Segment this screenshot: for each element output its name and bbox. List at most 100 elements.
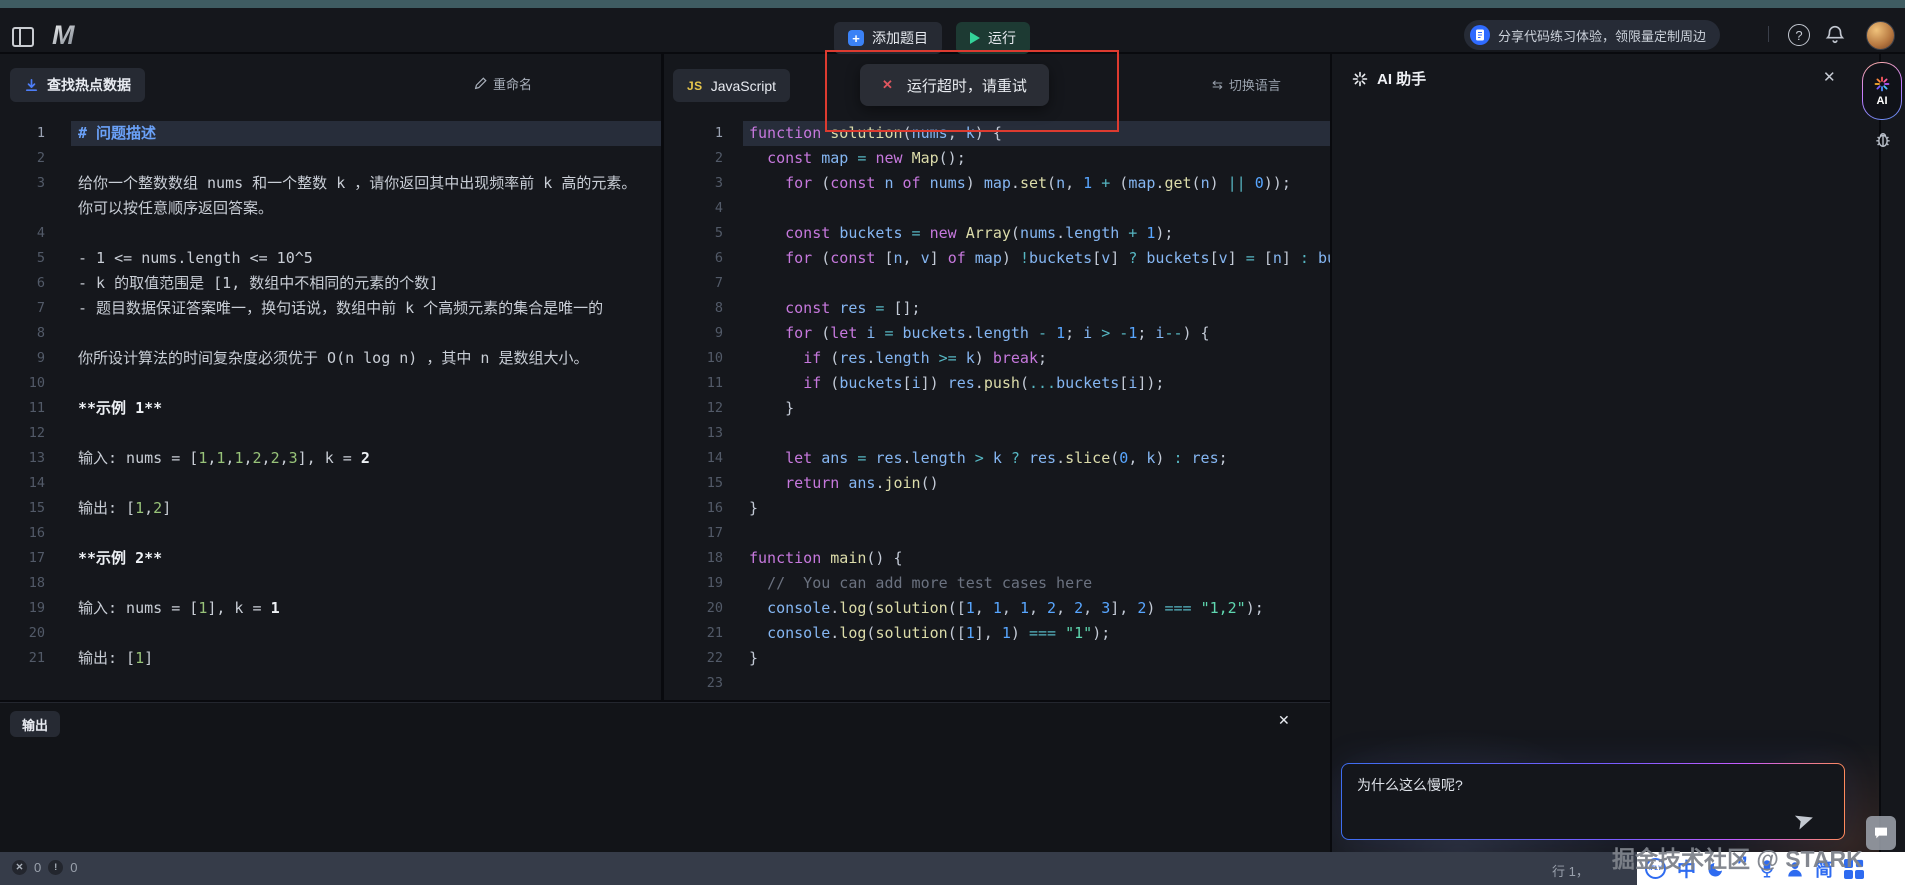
download-arrow-icon bbox=[24, 78, 39, 93]
editor-line: 22} bbox=[664, 646, 1330, 671]
editor-line: 11 if (buckets[i]) res.push(...buckets[i… bbox=[664, 371, 1330, 396]
line-number: 5 bbox=[664, 221, 723, 246]
line-text bbox=[71, 571, 661, 596]
line-text: console.log(solution([1], 1) === "1"); bbox=[743, 621, 1330, 646]
line-text: for (const [n, v] of map) !buckets[v] ? … bbox=[743, 246, 1330, 271]
magic-sparkle-icon bbox=[1874, 76, 1890, 92]
chat-bubble-button[interactable] bbox=[1866, 816, 1896, 850]
code-editor[interactable]: 1 function solution(nums, k) {2 const map… bbox=[664, 121, 1330, 696]
errors-count: 0 bbox=[34, 860, 41, 875]
timeout-toast: ✕ 运行超时，请重试 bbox=[860, 64, 1049, 106]
line-text: if (buckets[i]) res.push(...buckets[i]); bbox=[743, 371, 1330, 396]
editor-line: 11**示例 1** bbox=[0, 396, 661, 421]
warnings-icon: ! bbox=[48, 860, 63, 875]
app-logo[interactable]: M bbox=[52, 20, 75, 51]
line-number: 22 bbox=[664, 646, 723, 671]
output-tab[interactable]: 输出 bbox=[10, 711, 60, 737]
line-number: 1 bbox=[0, 121, 45, 146]
line-text: - k 的取值范围是 [1, 数组中不相同的元素的个数] bbox=[71, 271, 661, 296]
editor-line: 2 const map = new Map(); bbox=[664, 146, 1330, 171]
line-number: 17 bbox=[664, 521, 723, 546]
line-number: 7 bbox=[0, 296, 45, 321]
line-text: 输出: [1,2] bbox=[71, 496, 661, 521]
editor-line: 你可以按任意顺序返回答案。 bbox=[0, 196, 661, 221]
editor-line: 15输出: [1,2] bbox=[0, 496, 661, 521]
problems-summary[interactable]: ✕ 0 ! 0 bbox=[12, 860, 77, 875]
line-number: 4 bbox=[0, 221, 45, 246]
switch-language-button[interactable]: ⇆ 切换语言 bbox=[1212, 75, 1281, 94]
line-number: 19 bbox=[664, 571, 723, 596]
line-number: 13 bbox=[664, 421, 723, 446]
line-text: return ans.join() bbox=[743, 471, 1330, 496]
promo-text: 分享代码练习体验，领限量定制周边 bbox=[1498, 26, 1706, 45]
problem-tab[interactable]: 查找热点数据 bbox=[10, 68, 145, 102]
line-text: for (const n of nums) map.set(n, 1 + (ma… bbox=[743, 171, 1330, 196]
line-text: function main() { bbox=[743, 546, 1330, 571]
editor-line: 23 bbox=[664, 671, 1330, 696]
send-icon[interactable] bbox=[1794, 809, 1816, 831]
line-text bbox=[71, 471, 661, 496]
line-number: 21 bbox=[664, 621, 723, 646]
line-text bbox=[71, 421, 661, 446]
editor-line: 5- 1 <= nums.length <= 10^5 bbox=[0, 246, 661, 271]
editor-line: 12 } bbox=[664, 396, 1330, 421]
warnings-count: 0 bbox=[70, 860, 77, 875]
editor-line: 20 console.log(solution([1, 1, 1, 2, 2, … bbox=[664, 596, 1330, 621]
editor-line: 21 console.log(solution([1], 1) === "1")… bbox=[664, 621, 1330, 646]
play-icon bbox=[970, 32, 980, 44]
line-number: 17 bbox=[0, 546, 45, 571]
line-number: 8 bbox=[0, 321, 45, 346]
ai-chat-input[interactable]: 为什么这么慢呢? bbox=[1341, 763, 1845, 840]
line-text: if (res.length >= k) break; bbox=[743, 346, 1330, 371]
line-number: 2 bbox=[0, 146, 45, 171]
line-text bbox=[71, 321, 661, 346]
line-text bbox=[71, 621, 661, 646]
editor-line: 16 bbox=[0, 521, 661, 546]
line-text bbox=[743, 196, 1330, 221]
run-button[interactable]: 运行 bbox=[956, 22, 1030, 54]
editor-line: 9 for (let i = buckets.length - 1; i > -… bbox=[664, 321, 1330, 346]
line-text: console.log(solution([1, 1, 1, 2, 2, 3],… bbox=[743, 596, 1330, 621]
line-number: 11 bbox=[0, 396, 45, 421]
help-icon[interactable]: ? bbox=[1788, 24, 1810, 46]
line-number: 9 bbox=[0, 346, 45, 371]
editor-line: 10 bbox=[0, 371, 661, 396]
editor-line: 2 bbox=[0, 146, 661, 171]
output-close-icon[interactable]: ✕ bbox=[1278, 712, 1290, 729]
sidebar-toggle-icon[interactable] bbox=[12, 27, 36, 47]
editor-line: 8 const res = []; bbox=[664, 296, 1330, 321]
app-root: M + 添加题目 运行 分享代码练习体验，领限量定制周边 ? 查找热点数据 bbox=[0, 0, 1905, 885]
line-number: 1 bbox=[664, 121, 723, 146]
line-text: 给你一个整数数组 nums 和一个整数 k ，请你返回其中出现频率前 k 高的元… bbox=[71, 171, 661, 196]
language-tab-javascript[interactable]: JS JavaScript bbox=[673, 69, 790, 102]
editor-line: 4 bbox=[664, 196, 1330, 221]
editor-line: 8 bbox=[0, 321, 661, 346]
bug-report-icon[interactable] bbox=[1873, 130, 1893, 150]
rename-label: 重命名 bbox=[493, 74, 532, 93]
line-text: - 1 <= nums.length <= 10^5 bbox=[71, 246, 661, 271]
line-text: - 题目数据保证答案唯一，换句话说，数组中前 k 个高频元素的集合是唯一的 bbox=[71, 296, 661, 321]
ai-sidebar-button[interactable]: AI bbox=[1862, 62, 1902, 120]
line-number: 21 bbox=[0, 646, 45, 671]
editor-line: 6 for (const [n, v] of map) !buckets[v] … bbox=[664, 246, 1330, 271]
ai-close-icon[interactable]: ✕ bbox=[1823, 68, 1836, 86]
line-text: function solution(nums, k) { bbox=[743, 121, 1330, 146]
promo-banner[interactable]: 分享代码练习体验，领限量定制周边 bbox=[1464, 20, 1720, 50]
add-problem-button[interactable]: + 添加题目 bbox=[834, 22, 942, 54]
line-number: 12 bbox=[0, 421, 45, 446]
line-number: 6 bbox=[0, 271, 45, 296]
rename-button[interactable]: 重命名 bbox=[474, 74, 532, 93]
problem-editor[interactable]: 1# 问题描述23给你一个整数数组 nums 和一个整数 k ，请你返回其中出现… bbox=[0, 121, 661, 671]
switch-language-label: 切换语言 bbox=[1229, 75, 1281, 94]
editor-line: 14 bbox=[0, 471, 661, 496]
language-tab-label: JavaScript bbox=[711, 78, 776, 94]
sparkle-icon bbox=[1352, 71, 1368, 87]
line-number: 15 bbox=[664, 471, 723, 496]
notification-bell-icon[interactable] bbox=[1824, 23, 1846, 45]
line-number: 20 bbox=[0, 621, 45, 646]
line-text: const map = new Map(); bbox=[743, 146, 1330, 171]
user-avatar[interactable] bbox=[1866, 21, 1895, 50]
line-number: 19 bbox=[0, 596, 45, 621]
ai-panel-title: AI 助手 bbox=[1377, 68, 1426, 89]
editor-line: 7 - 题目数据保证答案唯一，换句话说，数组中前 k 个高频元素的集合是唯一的 bbox=[0, 296, 661, 321]
